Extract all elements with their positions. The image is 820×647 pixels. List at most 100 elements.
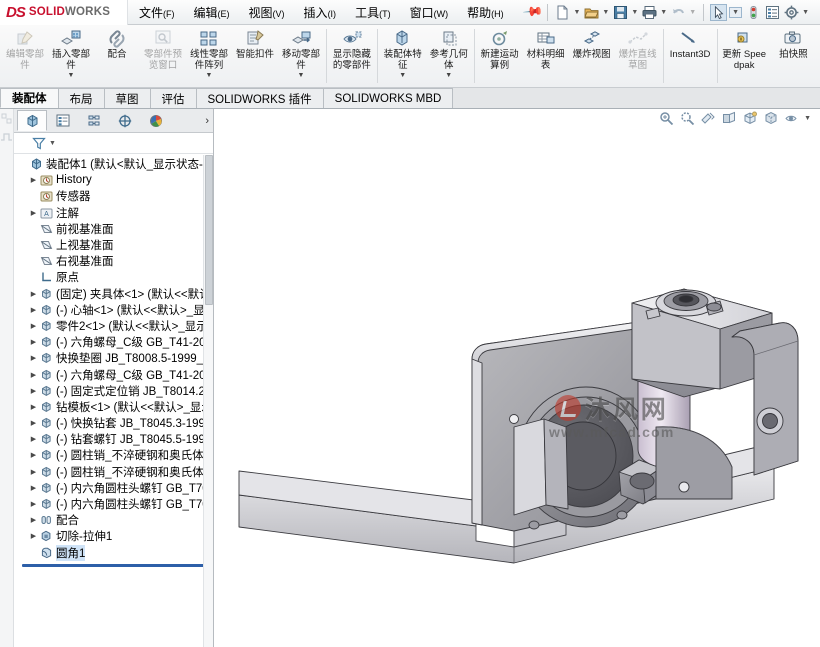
menu-help[interactable]: 帮助(H) [464,2,507,23]
gear-dropdown[interactable]: ▼ [802,9,809,16]
ribbon-take-snapshot[interactable]: 拍快照 [769,25,818,87]
open-folder-icon[interactable] [583,4,600,21]
ribbon-bill-of-materials[interactable]: 材料明细表 [523,25,569,87]
ribbon-instant3d[interactable]: Instant3D [666,25,715,87]
view-orientation-icon[interactable] [743,111,758,125]
tree-expand-arrow[interactable]: ▶ [28,468,39,476]
menu-insert[interactable]: 插入(I) [301,2,340,23]
previous-view-icon[interactable] [701,111,716,125]
pin-icon[interactable]: 📌 [522,1,545,24]
tree-node-hex-nut-1[interactable]: ▶ (-) 六角螺母_C级 GB_T41-2000_M1( [14,334,213,350]
zoom-to-area-icon[interactable] [659,111,674,125]
tree-expand-arrow[interactable]: ▶ [28,290,39,298]
ribbon-smart-fasteners[interactable]: 智能扣件 [232,25,278,87]
tree-expand-arrow[interactable]: ▶ [28,435,39,443]
tab-layout[interactable]: 布局 [57,88,105,108]
tree-node-fillet1[interactable]: 圆角1 [14,544,213,561]
property-manager-tab[interactable] [48,110,78,131]
gear-icon[interactable] [783,4,800,21]
step-waveform-icon[interactable] [1,132,12,141]
ribbon-edit-component[interactable]: 编辑零部件 [2,25,48,87]
tree-node-dowel-pin-1[interactable]: ▶ (-) 圆柱销_不淬硬钢和奥氏体不锈钢 [14,447,213,463]
hide-show-items-icon[interactable] [785,112,798,125]
tree-expand-arrow[interactable]: ▶ [28,371,39,379]
tree-node-drill-template[interactable]: ▶ 钻模板<1> (默认<<默认>_显示状态 [14,399,213,415]
graphics-viewport[interactable]: ▼ 沐风网 www.mfcad.com [214,109,820,647]
tree-node-quick-change-drill-bushing[interactable]: ▶ (-) 快换钻套 JB_T8045.3-1999_13.0( [14,415,213,431]
options-list-icon[interactable] [764,4,781,21]
tree-node-dowel-pin-2[interactable]: ▶ (-) 圆柱销_不淬硬钢和奥氏体不锈钢 [14,464,213,480]
tree-node-mates[interactable]: ▶ 配合 [14,512,213,528]
zoom-to-fit-icon[interactable] [680,111,695,125]
tree-node-right-plane[interactable]: 右视基准面 [14,253,213,269]
rollback-bar[interactable] [22,563,207,567]
menu-tools[interactable]: 工具(T) [352,2,394,23]
dimxpert-manager-tab[interactable] [110,110,140,131]
rebuild-icon[interactable] [745,4,762,21]
view-toolbar-dropdown-icon[interactable]: ▼ [804,115,811,122]
menu-view[interactable]: 视图(V) [246,2,288,23]
ribbon-mate[interactable]: 配合 [94,25,140,87]
save-icon[interactable] [612,4,629,21]
display-style-icon[interactable] [764,111,779,125]
save-dropdown[interactable]: ▼ [631,9,638,16]
ribbon-assembly-features[interactable]: 装配体特征 ▼ [380,25,426,87]
tab-sketch[interactable]: 草图 [103,88,151,108]
menu-window[interactable]: 窗口(W) [407,2,452,23]
tree-node-bushing-screw[interactable]: ▶ (-) 钻套螺钉 JB_T8045.5-1999_M5X [14,431,213,447]
new-document-icon[interactable] [554,4,571,21]
tree-node-origin[interactable]: 原点 [14,269,213,285]
move-component-dropdown-icon[interactable]: ▼ [298,72,305,79]
tree-node-assembly-root[interactable]: 装配体1 (默认<默认_显示状态-1>) [14,156,213,172]
ribbon-move-component[interactable]: 移动零部件 ▼ [278,25,324,87]
tree-expand-arrow[interactable]: ▶ [28,532,39,540]
ribbon-show-hidden-components[interactable]: 显示隐藏的零部件 [329,25,375,87]
undo-icon[interactable] [670,4,687,21]
tree-expand-arrow[interactable]: ▶ [28,419,39,427]
ribbon-exploded-view[interactable]: 爆炸视图 [569,25,615,87]
cad-model[interactable] [214,127,820,617]
ribbon-update-speedpak[interactable]: 更新 Speedpak [720,25,769,87]
new-document-dropdown[interactable]: ▼ [573,9,580,16]
select-dropdown[interactable]: ▼ [729,6,743,18]
flyout-tree-icon[interactable] [1,113,12,124]
tree-expand-arrow[interactable]: ▶ [28,322,39,330]
tree-node-sensors[interactable]: 传感器 [14,188,213,204]
tree-scrollbar-thumb[interactable] [205,155,213,305]
tree-node-history[interactable]: ▶ History [14,172,213,188]
tree-node-fixed-locating-pin[interactable]: ▶ (-) 固定式定位销 JB_T8014.2-1999_ [14,383,213,399]
ribbon-new-motion-study[interactable]: 新建运动算例 [477,25,523,87]
tree-expand-arrow[interactable]: ▶ [28,451,39,459]
tree-node-top-plane[interactable]: 上视基准面 [14,237,213,253]
feature-tree[interactable]: 装配体1 (默认<默认_显示状态-1>) ▶ History 传感器 ▶ A 注… [14,154,213,647]
tab-solidworks-addins[interactable]: SOLIDWORKS 插件 [195,88,324,108]
tree-node-front-plane[interactable]: 前视基准面 [14,221,213,237]
tree-expand-arrow[interactable]: ▶ [28,209,39,217]
tree-node-annotations[interactable]: ▶ A 注解 [14,205,213,221]
tree-node-socket-head-screw-2[interactable]: ▶ (-) 内六角圆柱头螺钉 GB_T70.1-200 [14,496,213,512]
assembly-features-dropdown-icon[interactable]: ▼ [399,72,406,79]
tree-node-hex-nut-2[interactable]: ▶ (-) 六角螺母_C级 GB_T41-2000_M1( [14,366,213,382]
filter-funnel-icon[interactable] [32,137,46,150]
feature-manager-tab[interactable] [17,110,47,131]
tree-expand-arrow[interactable]: ▶ [28,484,39,492]
tree-node-fixture-body[interactable]: ▶ (固定) 夹具体<1> (默认<<默认>_显 [14,286,213,302]
print-icon[interactable] [641,4,658,21]
tree-node-quick-change-washer[interactable]: ▶ 快换垫圈 JB_T8008.5-1999_A16X80 [14,350,213,366]
tree-expand-arrow[interactable]: ▶ [28,338,39,346]
tree-expand-arrow[interactable]: ▶ [28,306,39,314]
select-cursor-icon[interactable] [710,3,728,21]
tree-node-mandrel[interactable]: ▶ (-) 心轴<1> (默认<<默认>_显示状态 [14,302,213,318]
tree-expand-arrow[interactable]: ▶ [28,516,39,524]
menu-file[interactable]: 文件(F) [136,2,178,23]
open-folder-dropdown[interactable]: ▼ [602,9,609,16]
tree-node-socket-head-screw-1[interactable]: ▶ (-) 内六角圆柱头螺钉 GB_T70.1-200 [14,480,213,496]
linear-pattern-dropdown-icon[interactable]: ▼ [206,72,213,79]
tree-expand-arrow[interactable]: ▶ [28,354,39,362]
tree-node-cut-extrude1[interactable]: ▶ 切除-拉伸1 [14,528,213,544]
tree-expand-arrow[interactable]: ▶ [28,403,39,411]
tree-filter-row[interactable]: ▼ [14,133,213,154]
ribbon-insert-components[interactable]: 插入零部件 ▼ [48,25,94,87]
tree-expand-arrow[interactable]: ▶ [28,176,39,184]
tree-expand-arrow[interactable]: ▶ [28,387,39,395]
